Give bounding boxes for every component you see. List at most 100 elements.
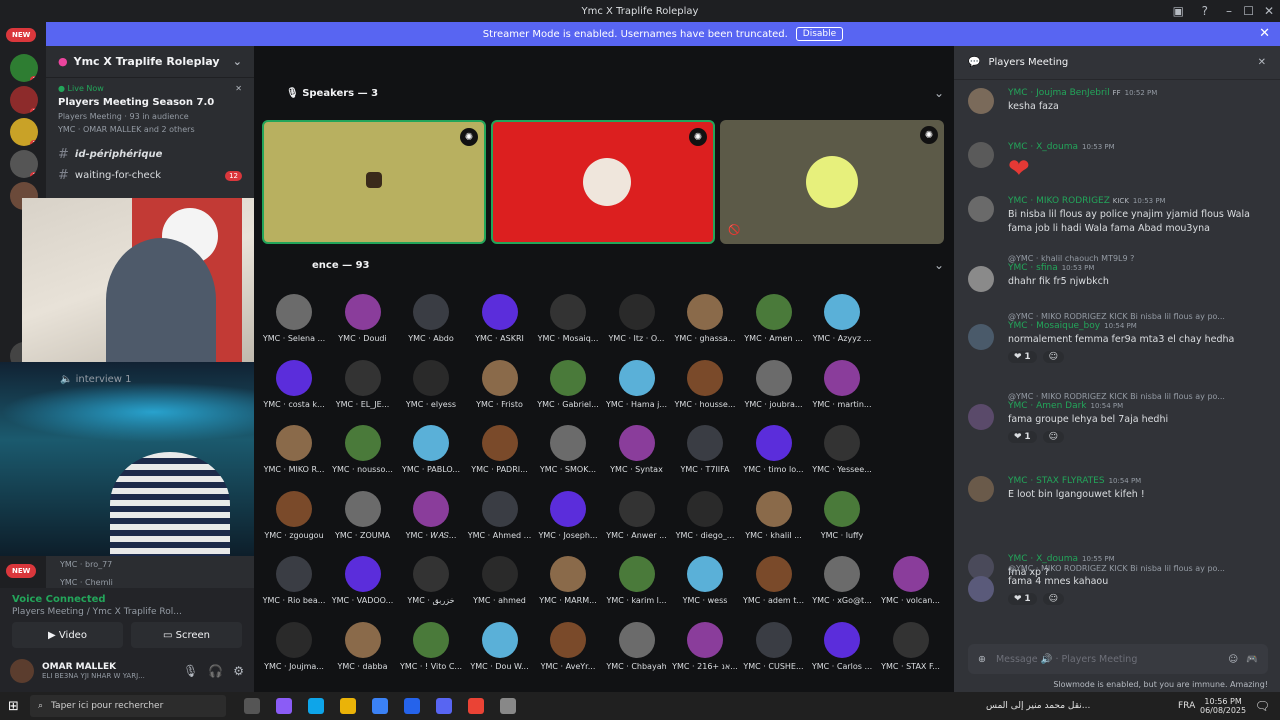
avatar[interactable] bbox=[968, 142, 994, 168]
audience-member[interactable]: YMC · dabba bbox=[329, 621, 397, 671]
add-reaction-icon[interactable]: ☺ bbox=[1042, 351, 1065, 363]
audience-member[interactable]: YMC · EL_JE... bbox=[329, 359, 397, 409]
audience-member[interactable]: YMC · timo lo... bbox=[740, 425, 808, 474]
audience-member[interactable]: YMC · xGo@t... bbox=[808, 556, 876, 605]
audience-member[interactable]: YMC · ghassa... bbox=[671, 294, 739, 343]
live-event-card[interactable]: ● Live Now ✕ Players Meeting Season 7.0 P… bbox=[46, 78, 254, 140]
help-icon[interactable]: ? bbox=[1202, 0, 1208, 22]
copilot-icon[interactable] bbox=[276, 698, 292, 714]
audience-member[interactable]: YMC · ahmed bbox=[466, 556, 534, 605]
emoji-icon[interactable]: ☺ bbox=[1228, 654, 1238, 665]
avatar[interactable] bbox=[968, 476, 994, 502]
audience-member[interactable]: YMC · Joujma... bbox=[260, 621, 328, 671]
edge-icon[interactable] bbox=[308, 698, 324, 714]
mail-icon[interactable] bbox=[404, 698, 420, 714]
audience-member[interactable]: YMC · MARM... bbox=[534, 556, 602, 605]
avatar[interactable] bbox=[968, 404, 994, 430]
message-input[interactable]: ⊕ Message 🔊 · Players Meeting ☺ 🎮 bbox=[968, 644, 1268, 674]
audience-member[interactable]: YMC · Chbayah bbox=[603, 621, 671, 671]
audience-member[interactable]: YMC · PADRI... bbox=[466, 425, 534, 474]
audience-member[interactable]: YMC · Carlos ... bbox=[808, 621, 876, 671]
audience-member[interactable]: YMC · PABLO... bbox=[397, 425, 465, 474]
speaker-tile[interactable]: ✺ 🚫 bbox=[720, 120, 944, 244]
audience-member[interactable]: YMC · Selena ... bbox=[260, 294, 328, 343]
audience-member[interactable]: YMC · costa k... bbox=[260, 359, 328, 409]
news-widget[interactable]: نقل محمد منير إلى المس... bbox=[986, 701, 1090, 711]
chevron-down-icon[interactable]: ⌄ bbox=[934, 86, 944, 100]
audience-member[interactable]: YMC · ZOUMA bbox=[329, 490, 397, 540]
audience-member[interactable]: YMC · T7IIFA bbox=[671, 425, 739, 474]
reply-preview[interactable]: @YMC · MIKO RODRIGEZ KICK Bi nisba lil f… bbox=[1008, 312, 1264, 321]
audience-member[interactable]: YMC · خزربق bbox=[397, 556, 465, 605]
server-icon[interactable]: 1 bbox=[10, 150, 38, 178]
voice-location[interactable]: Players Meeting / Ymc X Traplife Rol... bbox=[12, 607, 242, 617]
avatar[interactable] bbox=[968, 266, 994, 292]
chat-message[interactable]: YMC · Joujma BenJebril FF 10:52 PM kesha f… bbox=[968, 88, 1264, 114]
audience-member[interactable]: YMC · Anwer ... bbox=[603, 490, 671, 540]
voice-member[interactable]: YMC · Chemli bbox=[60, 578, 113, 587]
inbox-icon[interactable]: ▣ bbox=[1173, 0, 1184, 22]
close-icon[interactable]: ✕ bbox=[1258, 57, 1266, 68]
voice-channel-label[interactable]: 🔈 interview 1 bbox=[60, 374, 132, 385]
gear-icon[interactable]: ⚙ bbox=[233, 664, 244, 678]
heart-reaction[interactable]: ❤ 1 bbox=[1008, 431, 1037, 443]
voice-member[interactable]: YMC · bro_77 bbox=[60, 560, 112, 569]
audience-member[interactable]: YMC · Abdo bbox=[397, 294, 465, 343]
screen-share-button[interactable]: ▭ Screen bbox=[131, 622, 242, 648]
chat-message[interactable]: YMC · STAX FLYRATES 10:54 PM E loot bin lg… bbox=[968, 476, 1264, 502]
avatar[interactable] bbox=[968, 88, 994, 114]
message-author[interactable]: YMC · Amen Dark bbox=[1008, 401, 1087, 411]
speaker-tile[interactable]: ✺ bbox=[491, 120, 715, 244]
file-explorer-icon[interactable] bbox=[340, 698, 356, 714]
message-author[interactable]: YMC · X_douma bbox=[1008, 142, 1078, 152]
audience-member[interactable]: YMC · elyess bbox=[397, 359, 465, 409]
gamepad-icon[interactable]: 🎮 bbox=[1246, 654, 1258, 665]
headphones-icon[interactable]: 🎧 bbox=[208, 664, 223, 678]
heart-reaction[interactable]: ❤ 1 bbox=[1008, 351, 1037, 363]
taskbar-search[interactable]: ⌕ Taper ici pour rechercher bbox=[30, 695, 226, 717]
audience-member[interactable]: YMC · Hama j... bbox=[603, 359, 671, 409]
audience-member[interactable]: YMC · Azyyz ... bbox=[808, 294, 876, 343]
audience-member[interactable]: YMC · volcan... bbox=[877, 556, 945, 605]
minimize-button[interactable]: – bbox=[1226, 0, 1232, 22]
audience-member[interactable]: YMC · adem t... bbox=[740, 556, 808, 605]
audience-member[interactable]: YMC · ! Vito C... bbox=[397, 621, 465, 671]
app-icon[interactable] bbox=[500, 698, 516, 714]
guild-header[interactable]: ● Ymc X Traplife Roleplay ⌄ bbox=[46, 46, 254, 78]
audience-member[interactable]: YMC · Rio bea... bbox=[260, 556, 328, 605]
audience-member[interactable]: YMC · joubra... bbox=[740, 359, 808, 409]
chat-message[interactable]: @YMC · MIKO RODRIGEZ KICK Bi nisba lil f… bbox=[968, 392, 1264, 443]
audience-member[interactable]: YMC · diego_... bbox=[671, 490, 739, 540]
chat-message[interactable]: YMC · X_douma 10:53 PM ❤ bbox=[968, 142, 1264, 184]
chat-message[interactable]: @YMC · khalil chaouch MT9L9 ? YMC · sfina… bbox=[968, 254, 1264, 292]
chat-message[interactable]: @YMC · MIKO RODRIGEZ KICK Bi nisba lil f… bbox=[968, 564, 1264, 605]
discord-icon[interactable] bbox=[436, 698, 452, 714]
maximize-button[interactable]: ☐ bbox=[1243, 0, 1254, 22]
audience-member[interactable]: YMC · ASKRI bbox=[466, 294, 534, 343]
audience-member[interactable]: YMC · VADOO... bbox=[329, 556, 397, 605]
chrome-icon[interactable] bbox=[468, 698, 484, 714]
audience-member[interactable]: YMC · Ahmed ... bbox=[466, 490, 534, 540]
audience-member[interactable]: YMC · zgougou bbox=[260, 490, 328, 540]
message-author[interactable]: YMC · Joujma BenJebril bbox=[1008, 88, 1110, 98]
store-icon[interactable] bbox=[372, 698, 388, 714]
add-attachment-icon[interactable]: ⊕ bbox=[978, 654, 986, 665]
task-view-icon[interactable] bbox=[244, 698, 260, 714]
heart-reaction[interactable]: ❤ 1 bbox=[1008, 593, 1037, 605]
audience-member[interactable]: YMC · Syntax bbox=[603, 425, 671, 474]
reply-preview[interactable]: @YMC · MIKO RODRIGEZ KICK Bi nisba lil f… bbox=[1008, 564, 1264, 573]
audience-member[interactable]: YMC · Mosaiq... bbox=[534, 294, 602, 343]
audience-member[interactable]: YMC · khalil ... bbox=[740, 490, 808, 540]
channel-item[interactable]: # id-périphérique bbox=[46, 144, 254, 165]
chat-message[interactable]: YMC · MIKO RODRIGEZ KICK 10:53 PM Bi nisba… bbox=[968, 196, 1264, 236]
add-reaction-icon[interactable]: ☺ bbox=[1042, 431, 1065, 443]
audience-member[interactable]: YMC · Yessee... bbox=[808, 425, 876, 474]
audience-member[interactable]: YMC · אנ +216... bbox=[671, 621, 739, 671]
speaker-tile[interactable]: ✺ bbox=[262, 120, 486, 244]
audience-member[interactable]: YMC · MIKO R... bbox=[260, 425, 328, 474]
windows-start-icon[interactable]: ⊞ bbox=[8, 699, 19, 714]
audience-member[interactable]: YMC · Fristo bbox=[466, 359, 534, 409]
add-reaction-icon[interactable]: ☺ bbox=[1042, 593, 1065, 605]
avatar[interactable] bbox=[968, 576, 994, 602]
message-author[interactable]: YMC · MIKO RODRIGEZ bbox=[1008, 196, 1110, 206]
